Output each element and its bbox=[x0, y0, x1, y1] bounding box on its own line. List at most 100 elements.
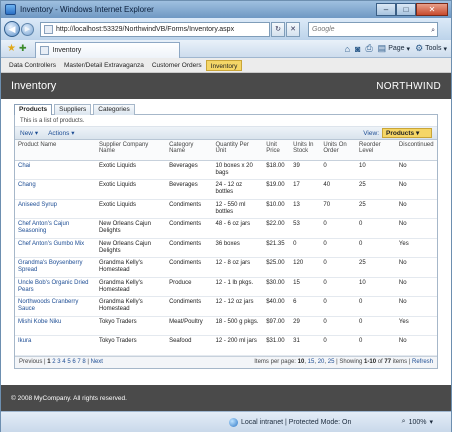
search-icon[interactable]: ⌕ bbox=[431, 24, 435, 37]
browser-window: Inventory - Windows Internet Explorer – … bbox=[0, 0, 452, 432]
product-name-link[interactable]: Chef Anton's Gumbo Mix bbox=[15, 238, 96, 258]
column-header[interactable]: Unit Price bbox=[263, 140, 291, 161]
menu-item-master-detail[interactable]: Master/Detail Extravaganza bbox=[60, 60, 148, 71]
table-row[interactable]: Chai Exotic Liquids Beverages 10 boxes x 20… bbox=[15, 160, 437, 180]
table-cell: 25 bbox=[356, 199, 396, 219]
page-link[interactable]: 8 bbox=[82, 359, 85, 365]
page-link[interactable]: 2 bbox=[52, 359, 55, 365]
actions-button[interactable]: Actions ▾ bbox=[48, 129, 74, 137]
tab-suppliers[interactable]: Suppliers bbox=[54, 104, 92, 115]
feeds-icon[interactable]: ◙ bbox=[355, 44, 360, 54]
print-icon[interactable]: ⎙ bbox=[365, 43, 372, 54]
column-header[interactable]: Quantity Per Unit bbox=[212, 140, 264, 161]
column-header[interactable]: Units In Stock bbox=[290, 140, 321, 161]
table-row[interactable]: Grandma's Boysenberry Spread Grandma Kell… bbox=[15, 257, 437, 278]
table-cell: 10 boxes x 20 bags bbox=[212, 160, 264, 180]
search-input[interactable]: Google ⌕ bbox=[308, 21, 438, 37]
page-link[interactable]: 7 bbox=[77, 359, 80, 365]
address-bar[interactable]: http://localhost:53329/NorthwindVB/Forms… bbox=[40, 21, 270, 37]
stop-icon[interactable]: ✕ bbox=[286, 21, 300, 37]
column-header[interactable]: Reorder Level bbox=[356, 140, 396, 161]
zoom-icon: ⌕ bbox=[401, 418, 406, 425]
tab-categories[interactable]: Categories bbox=[93, 104, 135, 115]
table-cell: 0 bbox=[290, 238, 321, 258]
tools-menu[interactable]: ⚙ Tools ▾ bbox=[415, 43, 447, 54]
browser-tab[interactable]: Inventory bbox=[34, 41, 180, 58]
add-favorite-icon[interactable]: ✚ bbox=[19, 43, 27, 54]
table-cell: 12 - 8 oz jars bbox=[212, 257, 264, 278]
table-cell: 24 - 12 oz bottles bbox=[212, 179, 264, 200]
product-name-link[interactable]: Chang bbox=[15, 179, 96, 200]
table-row[interactable]: Chang Exotic Liquids Beverages 24 - 12 oz b… bbox=[15, 179, 437, 200]
page-header: Inventory NORTHWIND bbox=[1, 73, 451, 99]
menu-item-customer-orders[interactable]: Customer Orders bbox=[148, 60, 206, 71]
product-name-link[interactable]: Chai bbox=[15, 160, 96, 180]
products-grid: Product Name Supplier Company Name Categ… bbox=[15, 140, 437, 356]
menu-item-inventory[interactable]: Inventory bbox=[205, 59, 243, 71]
product-name-link[interactable]: Northwoods Cranberry Sauce bbox=[15, 296, 96, 317]
table-cell: $30.00 bbox=[263, 277, 291, 297]
page-size-option[interactable]: 15 bbox=[308, 359, 315, 365]
new-button[interactable]: New ▾ bbox=[20, 129, 38, 137]
column-header[interactable]: Product Name bbox=[15, 140, 96, 161]
favorites-star-icon[interactable]: ★ bbox=[7, 43, 16, 54]
pager-pages: Previous | 1 2 3 4 5 6 7 8 | Next bbox=[19, 359, 103, 365]
product-name-link[interactable]: Grandma's Boysenberry Spread bbox=[15, 257, 96, 278]
table-cell: 36 boxes bbox=[212, 238, 264, 258]
column-header[interactable]: Supplier Company Name bbox=[95, 140, 167, 161]
table-cell: New Orleans Cajun Delights bbox=[95, 218, 167, 239]
security-zone[interactable]: Local intranet | Protected Mode: On bbox=[229, 417, 351, 427]
table-row[interactable]: Chef Anton's Cajun Seasoning New Orleans … bbox=[15, 218, 437, 239]
product-name-link[interactable]: Chef Anton's Cajun Seasoning bbox=[15, 218, 96, 239]
back-button[interactable]: ◀ bbox=[4, 21, 20, 37]
product-name-link[interactable]: Aniseed Syrup bbox=[15, 199, 96, 219]
table-cell: 0 bbox=[356, 238, 396, 258]
zoom-control[interactable]: ⌕ 100% ▾ bbox=[402, 418, 433, 426]
table-cell: New Orleans Cajun Delights bbox=[95, 238, 167, 258]
view-selector[interactable]: Products ▾ bbox=[382, 128, 432, 138]
page-size-option[interactable]: 10 bbox=[298, 359, 305, 365]
page-size-option[interactable]: 20 bbox=[318, 359, 325, 365]
close-button[interactable]: ✕ bbox=[416, 3, 448, 16]
table-cell: Seafood bbox=[166, 335, 213, 356]
table-row[interactable]: Aniseed Syrup Exotic Liquids Condiments 12 … bbox=[15, 199, 437, 219]
table-cell: No bbox=[395, 199, 437, 219]
table-row[interactable]: Chef Anton's Gumbo Mix New Orleans Cajun … bbox=[15, 238, 437, 258]
refresh-link[interactable]: Refresh bbox=[412, 359, 433, 365]
refresh-icon[interactable]: ↻ bbox=[271, 21, 285, 37]
column-header[interactable]: Units On Order bbox=[320, 140, 356, 161]
table-cell: Exotic Liquids bbox=[95, 160, 167, 180]
table-row[interactable]: Ikura Tokyo Traders Seafood 12 - 200 ml jar… bbox=[15, 335, 437, 356]
page-link[interactable]: 6 bbox=[72, 359, 75, 365]
table-cell: Meat/Poultry bbox=[166, 316, 213, 336]
product-name-link[interactable]: Mishi Kobe Niku bbox=[15, 316, 96, 336]
table-row[interactable]: Uncle Bob's Organic Dried Pears Grandma K… bbox=[15, 277, 437, 297]
table-cell: $40.00 bbox=[263, 296, 291, 317]
column-header[interactable]: Discontinued bbox=[395, 140, 437, 161]
page-link[interactable]: 5 bbox=[67, 359, 70, 365]
table-cell: 53 bbox=[290, 218, 321, 239]
product-name-link[interactable]: Uncle Bob's Organic Dried Pears bbox=[15, 277, 96, 297]
minimize-button[interactable]: – bbox=[376, 3, 396, 16]
page-link[interactable]: 4 bbox=[62, 359, 65, 365]
column-header[interactable]: Category Name bbox=[166, 140, 213, 161]
page-footer: © 2008 MyCompany. All rights reserved. bbox=[1, 385, 451, 411]
product-name-link[interactable]: Ikura bbox=[15, 335, 96, 356]
table-cell: 0 bbox=[356, 316, 396, 336]
forward-button[interactable]: ▶ bbox=[21, 22, 34, 36]
page-size-option[interactable]: 25 bbox=[328, 359, 335, 365]
site-menu: Data Controllers Master/Detail Extravaga… bbox=[1, 58, 451, 73]
next-link[interactable]: Next bbox=[91, 359, 103, 365]
table-cell: $19.00 bbox=[263, 179, 291, 200]
home-icon[interactable]: ⌂ bbox=[345, 44, 350, 54]
maximize-button[interactable]: □ bbox=[396, 3, 416, 16]
table-row[interactable]: Northwoods Cranberry Sauce Grandma Kelly'… bbox=[15, 296, 437, 317]
menu-item-data-controllers[interactable]: Data Controllers bbox=[5, 60, 60, 71]
status-bar: Local intranet | Protected Mode: On ⌕ 10… bbox=[1, 411, 451, 432]
table-row[interactable]: Mishi Kobe Niku Tokyo Traders Meat/Poultry… bbox=[15, 316, 437, 336]
page-link[interactable]: 3 bbox=[57, 359, 60, 365]
tab-page-icon bbox=[39, 45, 49, 55]
page-menu[interactable]: ▤ Page ▾ bbox=[378, 43, 410, 54]
page-link[interactable]: 1 bbox=[47, 359, 50, 365]
tab-products[interactable]: Products bbox=[14, 104, 53, 115]
